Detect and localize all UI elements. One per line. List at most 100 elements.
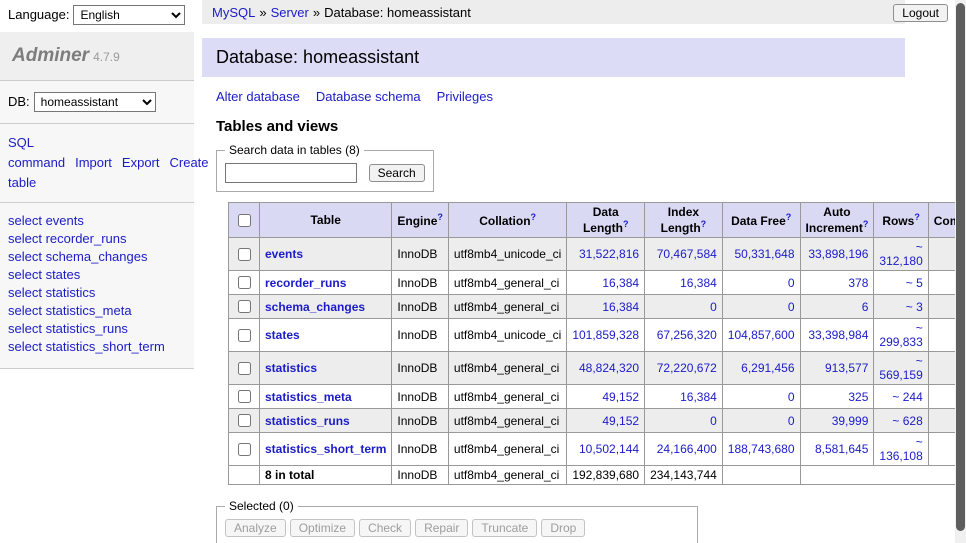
col-header-index-length-label: Index Length bbox=[661, 205, 701, 235]
collation-cell: utf8mb4_general_ci bbox=[448, 352, 566, 385]
rows-cell: ~ 628 bbox=[874, 409, 928, 433]
sidebar-link-sql-command[interactable]: SQL command bbox=[8, 135, 65, 170]
sidebar-link-import[interactable]: Import bbox=[75, 155, 112, 170]
db-select[interactable]: homeassistant bbox=[34, 92, 156, 112]
data-free-cell: 0 bbox=[722, 271, 800, 295]
language-label: Language: bbox=[8, 7, 69, 22]
rows-help-link[interactable]: ? bbox=[914, 212, 920, 222]
optimize-button[interactable]: Optimize bbox=[290, 519, 355, 537]
table-name-cell: statistics_runs bbox=[260, 409, 392, 433]
engine-help-link[interactable]: ? bbox=[437, 212, 443, 222]
col-header-table: Table bbox=[260, 203, 392, 238]
row-checkbox[interactable] bbox=[238, 390, 251, 403]
adminer-logo[interactable]: Adminer bbox=[12, 45, 89, 66]
data-free-cell: 0 bbox=[722, 409, 800, 433]
index-length-cell: 16,384 bbox=[645, 271, 723, 295]
repair-button[interactable]: Repair bbox=[415, 519, 468, 537]
table-link[interactable]: statistics_meta bbox=[265, 390, 352, 404]
database-actions: Alter database Database schema Privileges bbox=[216, 89, 891, 104]
index-length-cell: 16,384 bbox=[645, 385, 723, 409]
search-input[interactable] bbox=[225, 163, 357, 183]
auto-increment-cell: 8,581,645 bbox=[800, 433, 874, 466]
db-selector-row: DB: homeassistant bbox=[0, 81, 194, 124]
col-header-data-free: Data Free? bbox=[722, 203, 800, 238]
col-header-data-length-label: Data Length bbox=[583, 205, 623, 235]
language-select[interactable]: English bbox=[73, 5, 185, 25]
row-checkbox[interactable] bbox=[238, 362, 251, 375]
table-link[interactable]: statistics bbox=[265, 361, 317, 375]
search-button[interactable]: Search bbox=[369, 164, 425, 182]
index-length-help-link[interactable]: ? bbox=[701, 219, 707, 229]
auto-increment-cell: 913,577 bbox=[800, 352, 874, 385]
alter-database-link[interactable]: Alter database bbox=[216, 89, 300, 104]
index-length-cell: 0 bbox=[645, 295, 723, 319]
table-name-cell: schema_changes bbox=[260, 295, 392, 319]
truncate-button[interactable]: Truncate bbox=[472, 519, 537, 537]
page-title: Database: homeassistant bbox=[202, 38, 905, 77]
table-header-row: Table Engine? Collation? Data Length? In… bbox=[229, 203, 966, 238]
auto-increment-help-link[interactable]: ? bbox=[863, 219, 869, 229]
table-row: recorder_runs InnoDB utf8mb4_general_ci … bbox=[229, 271, 966, 295]
col-header-auto-increment-label: Auto Increment bbox=[806, 205, 863, 235]
data-free-cell: 188,743,680 bbox=[722, 433, 800, 466]
row-checkbox[interactable] bbox=[238, 414, 251, 427]
table-link[interactable]: statistics_short_term bbox=[265, 442, 386, 456]
analyze-button[interactable]: Analyze bbox=[225, 519, 286, 537]
total-empty-cell bbox=[229, 466, 260, 485]
engine-cell: InnoDB bbox=[392, 271, 449, 295]
data-free-help-link[interactable]: ? bbox=[786, 212, 792, 222]
check-button[interactable]: Check bbox=[359, 519, 411, 537]
vertical-scrollbar[interactable] bbox=[955, 0, 966, 543]
table-link[interactable]: recorder_runs bbox=[265, 276, 346, 290]
privileges-link[interactable]: Privileges bbox=[437, 89, 493, 104]
col-header-rows: Rows? bbox=[874, 203, 928, 238]
tables-table: Table Engine? Collation? Data Length? In… bbox=[228, 202, 966, 485]
search-legend: Search data in tables (8) bbox=[225, 143, 364, 157]
table-row: statistics_runs InnoDB utf8mb4_general_c… bbox=[229, 409, 966, 433]
table-link[interactable]: schema_changes bbox=[265, 300, 365, 314]
table-link[interactable]: events bbox=[265, 247, 303, 261]
db-label: DB: bbox=[8, 94, 30, 109]
sidebar-item-select-statistics[interactable]: select statistics bbox=[8, 284, 186, 302]
sidebar-item-select-statistics-meta[interactable]: select statistics_meta bbox=[8, 302, 186, 320]
table-link[interactable]: statistics_runs bbox=[265, 414, 350, 428]
collation-help-link[interactable]: ? bbox=[531, 212, 537, 222]
row-checkbox[interactable] bbox=[238, 276, 251, 289]
table-row: statistics_meta InnoDB utf8mb4_general_c… bbox=[229, 385, 966, 409]
table-row: events InnoDB utf8mb4_unicode_ci 31,522,… bbox=[229, 238, 966, 271]
sidebar: Adminer4.7.9 DB: homeassistant SQL comman… bbox=[0, 32, 194, 369]
sidebar-item-select-schema-changes[interactable]: select schema_changes bbox=[8, 248, 186, 266]
main-content: Database: homeassistant Alter database Da… bbox=[202, 38, 905, 543]
data-free-cell: 50,331,648 bbox=[722, 238, 800, 271]
logout-button[interactable]: Logout bbox=[893, 4, 948, 22]
sidebar-table-list: select events select recorder_runs selec… bbox=[0, 203, 194, 369]
col-header-engine: Engine? bbox=[392, 203, 449, 238]
data-length-cell: 48,824,320 bbox=[567, 352, 645, 385]
sidebar-item-select-recorder-runs[interactable]: select recorder_runs bbox=[8, 230, 186, 248]
data-length-help-link[interactable]: ? bbox=[623, 219, 629, 229]
data-length-cell: 16,384 bbox=[567, 271, 645, 295]
engine-cell: InnoDB bbox=[392, 319, 449, 352]
sidebar-item-select-events[interactable]: select events bbox=[8, 212, 186, 230]
collation-cell: utf8mb4_general_ci bbox=[448, 433, 566, 466]
database-schema-link[interactable]: Database schema bbox=[316, 89, 421, 104]
row-checkbox[interactable] bbox=[238, 300, 251, 313]
row-checkbox[interactable] bbox=[238, 443, 251, 456]
scrollbar-thumb[interactable] bbox=[956, 3, 965, 531]
sidebar-item-select-statistics-runs[interactable]: select statistics_runs bbox=[8, 320, 186, 338]
breadcrumb-link-mysql[interactable]: MySQL bbox=[212, 5, 255, 20]
total-label-cell: 8 in total bbox=[260, 466, 392, 485]
drop-button[interactable]: Drop bbox=[541, 519, 585, 537]
select-all-checkbox[interactable] bbox=[238, 214, 251, 227]
row-checkbox[interactable] bbox=[238, 248, 251, 261]
sidebar-item-select-statistics-short-term[interactable]: select statistics_short_term bbox=[8, 338, 186, 356]
total-index-length-cell: 234,143,744 bbox=[645, 466, 723, 485]
sidebar-link-export[interactable]: Export bbox=[122, 155, 160, 170]
table-link[interactable]: states bbox=[265, 328, 300, 342]
adminer-title-block: Adminer4.7.9 bbox=[0, 32, 194, 81]
search-fieldset: Search data in tables (8) Search bbox=[216, 143, 434, 192]
data-length-cell: 10,502,144 bbox=[567, 433, 645, 466]
sidebar-item-select-states[interactable]: select states bbox=[8, 266, 186, 284]
row-checkbox[interactable] bbox=[238, 329, 251, 342]
breadcrumb-link-server[interactable]: Server bbox=[271, 5, 309, 20]
